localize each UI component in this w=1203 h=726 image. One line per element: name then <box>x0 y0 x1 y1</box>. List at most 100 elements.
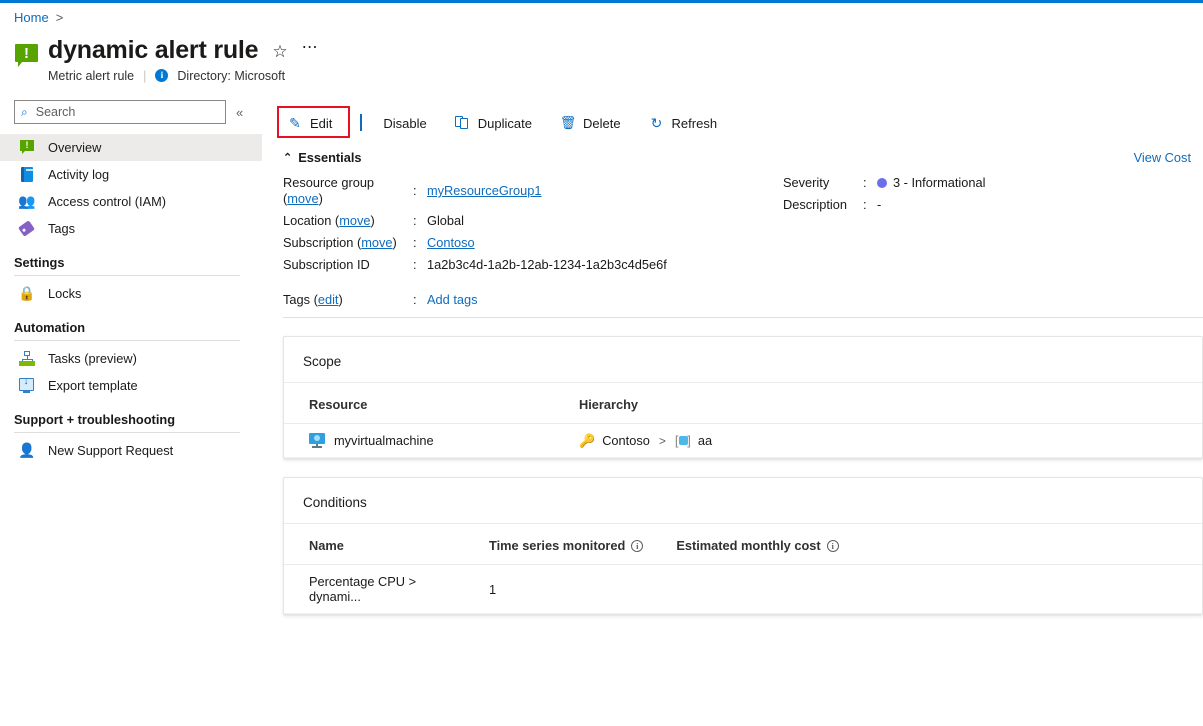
description-value: - <box>877 197 881 213</box>
alert-icon: ! <box>18 139 36 157</box>
sidebar-item-label: New Support Request <box>48 443 173 458</box>
refresh-button[interactable]: ↻ Refresh <box>645 112 722 134</box>
sidebar-group-divider <box>14 432 240 433</box>
sidebar-item-tasks[interactable]: Tasks (preview) <box>0 345 262 372</box>
scope-card: Scope Resource Hierarchy <box>283 336 1203 459</box>
column-header-resource[interactable]: Resource <box>284 383 554 424</box>
move-link[interactable]: move <box>361 235 392 250</box>
essentials-colon: : <box>413 183 427 199</box>
resource-group-link[interactable]: myResourceGroup1 <box>427 183 542 199</box>
favorite-star-icon[interactable]: ☆ <box>272 43 287 60</box>
sidebar-item-export-template[interactable]: Export template <box>0 372 262 399</box>
tag-icon <box>18 220 36 238</box>
search-icon: ⌕ <box>21 106 28 118</box>
sidebar-item-new-support-request[interactable]: 👤 New Support Request <box>0 437 262 464</box>
refresh-button-label: Refresh <box>672 116 718 131</box>
azure-portal-page: Home > ! dynamic alert rule ☆ ⋯ Metric a… <box>0 0 1203 726</box>
disable-button[interactable]: Disable <box>356 112 430 134</box>
search-input[interactable] <box>34 104 219 120</box>
table-row[interactable]: Percentage CPU > dynami... 1 <box>284 565 1202 614</box>
conditions-table: Name Time series monitoredi Estimated mo… <box>284 524 1202 614</box>
page-title: dynamic alert rule <box>48 36 258 65</box>
column-header-hierarchy[interactable]: Hierarchy <box>554 383 1202 424</box>
essentials-colon: : <box>863 175 877 191</box>
location-value: Global <box>427 213 464 229</box>
sidebar-group-divider <box>14 275 240 276</box>
info-icon: i <box>155 69 168 82</box>
breadcrumb-home-link[interactable]: Home <box>14 10 49 25</box>
essentials-row-subscription: Subscription (move) : Contoso <box>283 235 783 251</box>
move-link[interactable]: move <box>339 213 370 228</box>
info-icon[interactable]: i <box>631 540 643 552</box>
hierarchy-separator: > <box>659 434 666 448</box>
essentials-row-resource-group: Resource group (move) : myResourceGroup1 <box>283 175 783 207</box>
add-tags-link[interactable]: Add tags <box>427 292 478 307</box>
essentials-colon: : <box>863 197 877 213</box>
pencil-icon: ✎ <box>287 115 303 131</box>
table-row[interactable]: myvirtualmachine 🔑 Contoso > [] <box>284 424 1202 458</box>
top-accent-bar <box>0 0 1203 3</box>
virtual-machine-icon <box>309 433 325 448</box>
view-cost-link[interactable]: View Cost <box>1134 150 1191 165</box>
column-header-estimated-monthly-cost[interactable]: Estimated monthly costi <box>651 524 1202 565</box>
sidebar-item-label: Export template <box>48 378 138 393</box>
essentials-right-column: Severity : 3 - Informational Description… <box>783 175 985 273</box>
delete-button-label: Delete <box>583 116 621 131</box>
alert-exclamation-glyph: ! <box>14 44 39 62</box>
table-header-row: Name Time series monitoredi Estimated mo… <box>284 524 1202 565</box>
move-link[interactable]: move <box>287 191 318 206</box>
essentials-colon: : <box>413 213 427 229</box>
essentials-colon: : <box>413 235 427 251</box>
condition-cost-cell <box>651 565 1202 614</box>
sidebar-search-area: ⌕ « <box>14 100 243 124</box>
sidebar-item-label: Access control (IAM) <box>48 194 166 209</box>
sidebar-item-label: Overview <box>48 140 101 155</box>
sidebar-item-overview[interactable]: ! Overview <box>0 134 262 161</box>
command-toolbar: ✎ Edit Disable Duplicate 🗑 Delete ↻ Refr… <box>283 110 721 136</box>
export-template-icon <box>18 377 36 395</box>
sidebar-item-tags[interactable]: Tags <box>0 215 262 242</box>
essentials-toggle[interactable]: ⌃ Essentials <box>283 150 362 165</box>
essentials-row-tags: Tags (edit) : Add tags <box>283 292 1203 307</box>
scope-resource-cell: myvirtualmachine <box>284 424 554 458</box>
essentials-row-severity: Severity : 3 - Informational <box>783 175 985 191</box>
essentials-colon: : <box>413 257 427 273</box>
refresh-icon: ↻ <box>649 115 665 131</box>
sidebar-item-locks[interactable]: 🔒 Locks <box>0 280 262 307</box>
metric-alert-rule-icon: ! <box>14 44 40 68</box>
more-options-icon[interactable]: ⋯ <box>302 40 319 56</box>
people-icon: 👥 <box>18 193 36 211</box>
sidebar-item-label: Tags <box>48 221 75 236</box>
sidebar-item-access-control[interactable]: 👥 Access control (IAM) <box>0 188 262 215</box>
severity-dot-icon <box>877 178 887 188</box>
collapse-sidebar-icon[interactable]: « <box>236 105 243 120</box>
search-box[interactable]: ⌕ <box>14 100 226 124</box>
essentials-key: Resource group (move) <box>283 175 413 207</box>
scope-hierarchy-cell: 🔑 Contoso > [] aa <box>554 424 1202 458</box>
essentials-grid: Resource group (move) : myResourceGroup1… <box>283 175 1203 273</box>
book-icon <box>18 166 36 184</box>
essentials-row-description: Description : - <box>783 197 985 213</box>
condition-name-cell: Percentage CPU > dynami... <box>284 565 464 614</box>
sidebar-item-activity-log[interactable]: Activity log <box>0 161 262 188</box>
edit-button[interactable]: ✎ Edit <box>283 112 336 134</box>
conditions-card: Conditions Name Time series monitoredi E… <box>283 477 1203 615</box>
info-icon[interactable]: i <box>827 540 839 552</box>
edit-tags-link[interactable]: edit <box>318 292 339 307</box>
tags-key: Tags (edit) <box>283 292 413 307</box>
delete-button[interactable]: 🗑 Delete <box>556 112 625 134</box>
disable-button-label: Disable <box>383 116 426 131</box>
duplicate-button[interactable]: Duplicate <box>451 112 536 134</box>
essentials-key: Subscription (move) <box>283 235 413 251</box>
description-key: Description <box>783 197 863 213</box>
scope-table: Resource Hierarchy myvirtualmachine <box>284 383 1202 458</box>
column-header-time-series-monitored[interactable]: Time series monitoredi <box>464 524 651 565</box>
essentials-key: Subscription ID <box>283 257 413 273</box>
essentials-key: Location (move) <box>283 213 413 229</box>
support-person-icon: 👤 <box>18 442 36 460</box>
subscription-link[interactable]: Contoso <box>427 235 475 251</box>
main-content: ⌃ Essentials View Cost Resource group (m… <box>283 150 1203 615</box>
column-header-name[interactable]: Name <box>284 524 464 565</box>
duplicate-icon <box>455 115 471 131</box>
breadcrumb: Home > <box>14 10 63 25</box>
